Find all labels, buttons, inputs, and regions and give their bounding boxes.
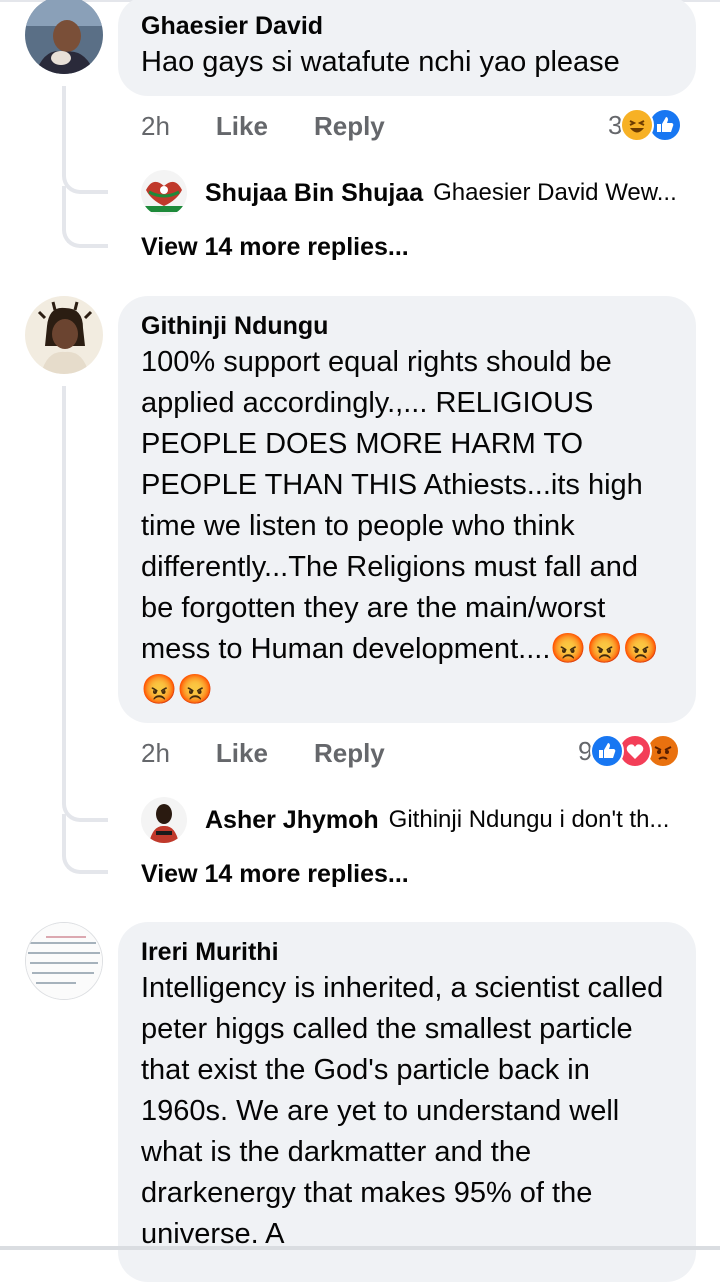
comment-actions: 2h Like Reply — [141, 108, 431, 144]
comment-actions: 2h Like Reply — [141, 735, 431, 771]
reply-thread-line — [62, 86, 108, 194]
comment-time[interactable]: 2h — [141, 111, 170, 142]
more-replies-thread-line — [62, 814, 108, 874]
reply-preview[interactable]: Asher Jhymoh Githinji Ndungu i don't th.… — [141, 796, 669, 844]
view-more-replies[interactable]: View 14 more replies... — [141, 233, 409, 262]
comment-text: Hao gays si watafute nchi yao please — [141, 46, 620, 78]
avatar-shujaa-bin-shujaa — [141, 170, 187, 216]
more-replies-thread-line — [62, 186, 108, 248]
reply-text: Githinji Ndungu i don't th... — [388, 806, 670, 833]
comment-text: Intelligency is inherited, a scientist c… — [141, 972, 672, 1250]
comment-author[interactable]: Ghaesier David — [141, 10, 674, 42]
reply-text: Ghaesier David Wew... — [433, 179, 677, 206]
comment-author[interactable]: Ireri Murithi — [141, 936, 674, 968]
haha-icon — [620, 108, 655, 142]
reaction-summary[interactable]: 9 — [578, 733, 681, 769]
comment-bubble: Ireri Murithi Intelligency is inherited,… — [118, 922, 696, 1282]
like-button[interactable]: Like — [216, 111, 268, 142]
comment-bubble: Githinji Ndungu 100% support equal right… — [118, 296, 696, 723]
comment-text: 100% support equal rights should be appl… — [141, 346, 659, 706]
like-icon — [590, 734, 625, 768]
comment-bubble: Ghaesier David Hao gays si watafute nchi… — [118, 0, 696, 96]
reaction-summary[interactable]: 3 — [608, 107, 683, 143]
reply-preview[interactable]: Shujaa Bin Shujaa Ghaesier David Wew... — [141, 169, 677, 217]
reply-thread-line — [62, 386, 108, 822]
view-more-replies[interactable]: View 14 more replies... — [141, 860, 409, 889]
comment-author[interactable]: Githinji Ndungu — [141, 310, 674, 342]
avatar-asher-jhymoh — [141, 797, 187, 843]
avatar-githinji-ndungu[interactable] — [25, 296, 103, 374]
comment-time[interactable]: 2h — [141, 738, 170, 769]
bottom-divider — [0, 1246, 720, 1250]
reply-author[interactable]: Shujaa Bin Shujaa — [205, 179, 423, 208]
like-button[interactable]: Like — [216, 738, 268, 769]
avatar-ghaesier-david[interactable] — [25, 0, 103, 74]
reply-author[interactable]: Asher Jhymoh — [205, 806, 379, 835]
reply-button[interactable]: Reply — [314, 111, 385, 142]
reply-button[interactable]: Reply — [314, 738, 385, 769]
avatar-ireri-murithi[interactable] — [25, 922, 103, 1000]
